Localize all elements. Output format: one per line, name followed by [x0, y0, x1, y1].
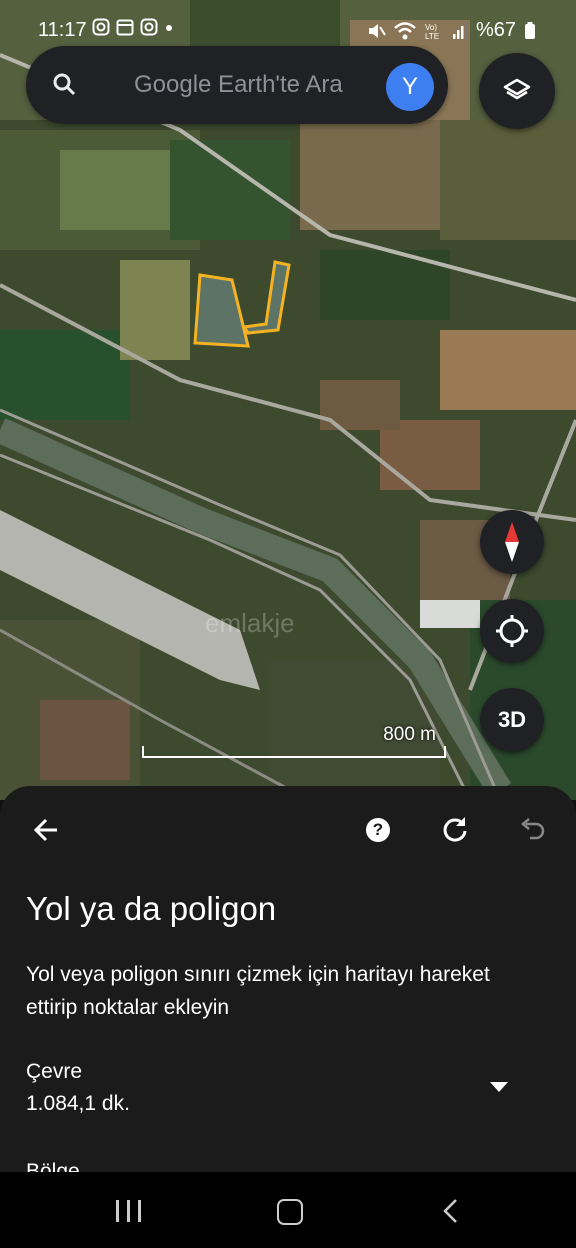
scale-bar: 800 m — [142, 724, 446, 758]
compass-button[interactable] — [480, 510, 544, 574]
compass-icon — [505, 522, 519, 562]
battery-percent: %67 — [475, 19, 516, 41]
scale-line — [142, 756, 444, 758]
watermark: emlakje — [205, 608, 295, 638]
scale-tick-left — [142, 746, 144, 758]
back-nav-icon[interactable] — [441, 1198, 461, 1224]
recents-button[interactable] — [116, 1200, 142, 1222]
measure-sheet: ? Yol ya da poligon Yol veya poligon sın… — [0, 786, 576, 1172]
area-label: Bölge — [26, 1160, 80, 1172]
battery-icon — [525, 21, 535, 39]
search-icon — [53, 73, 76, 96]
scale-label: 800 m — [383, 724, 436, 745]
search-input[interactable]: Google Earth'te Ara — [134, 71, 343, 99]
crosshair-icon — [496, 615, 528, 647]
system-nav-bar — [0, 1172, 576, 1248]
3d-button[interactable]: 3D — [480, 688, 544, 752]
status-right: Vo) LTE %67 — [366, 19, 536, 42]
search-bar[interactable]: Google Earth'te Ara Y — [26, 46, 448, 124]
layers-button[interactable] — [479, 53, 555, 129]
instagram-icon — [140, 18, 158, 36]
instagram-icon — [92, 18, 110, 36]
scale-tick-right — [444, 746, 446, 758]
calendar-icon — [116, 19, 134, 36]
sheet-description: Yol veya poligon sınırı çizmek için hari… — [26, 963, 490, 1019]
sheet-title: Yol ya da poligon — [26, 890, 277, 927]
layers-icon — [503, 78, 531, 100]
unit-dropdown-icon[interactable] — [490, 1082, 508, 1092]
undo-icon[interactable] — [518, 816, 546, 844]
mute-icon — [368, 23, 386, 38]
svg-text:Vo): Vo) — [425, 23, 437, 32]
perimeter-value: 1.084,1 dk. — [26, 1092, 130, 1115]
signal-icon — [452, 21, 468, 39]
status-time: 11:17 — [38, 19, 87, 41]
volte-icon: Vo)LTE — [425, 23, 439, 41]
svg-text:LTE: LTE — [425, 32, 439, 41]
perimeter-label: Çevre — [26, 1060, 83, 1083]
wifi-icon — [394, 21, 416, 39]
back-arrow-icon[interactable] — [32, 816, 60, 844]
avatar[interactable]: Y — [386, 63, 434, 111]
my-location-button[interactable] — [480, 599, 544, 663]
home-button[interactable] — [277, 1199, 303, 1225]
dot-icon — [166, 25, 172, 31]
redo-icon[interactable] — [440, 814, 470, 844]
notification-icons — [92, 18, 174, 36]
help-icon[interactable]: ? — [366, 818, 390, 842]
